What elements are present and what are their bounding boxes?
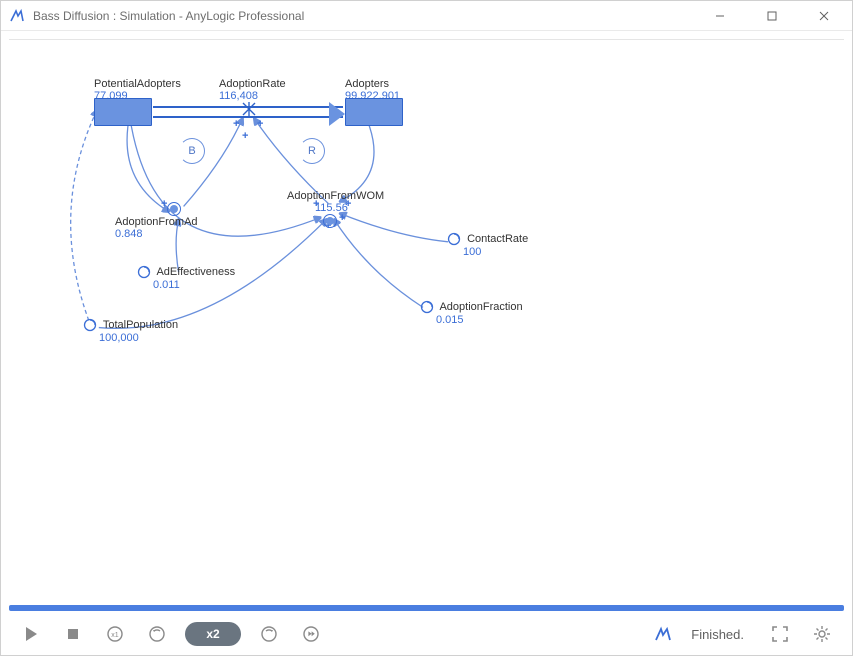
aux-adoption-from-wom[interactable]: AdoptionFromWOM 115.56 <box>287 190 384 228</box>
fullscreen-button[interactable] <box>766 620 794 648</box>
speed-up-button[interactable] <box>255 620 283 648</box>
simulation-canvas[interactable]: PotentialAdopters 77,099 Adopters 99,922… <box>9 39 844 605</box>
parameter-icon <box>83 318 97 332</box>
aux-label: TotalPopulation <box>103 319 178 331</box>
parameter-icon <box>420 300 434 314</box>
loop-label-R: R <box>308 145 316 157</box>
close-button[interactable] <box>802 2 846 30</box>
aux-label: AdoptionFromWOM <box>287 190 384 202</box>
settings-button[interactable] <box>808 620 836 648</box>
window-title: Bass Diffusion : Simulation - AnyLogic P… <box>33 9 698 23</box>
polarity-plus: + <box>233 118 239 130</box>
parameter-icon <box>447 232 461 246</box>
speed-indicator[interactable]: x2 <box>185 622 241 646</box>
loop-balancing: B <box>179 138 205 164</box>
aux-contact-rate[interactable]: ContactRate 100 <box>447 232 528 258</box>
aux-value: 100 <box>463 246 528 258</box>
aux-label: AdoptionFraction <box>439 301 522 313</box>
aux-value: 0.011 <box>153 279 235 291</box>
aux-label: ContactRate <box>467 233 528 245</box>
anylogic-icon[interactable] <box>649 620 677 648</box>
aux-value: 100,000 <box>99 332 178 344</box>
svg-text:x1: x1 <box>111 632 119 639</box>
aux-adoption-fraction[interactable]: AdoptionFraction 0.015 <box>420 300 523 326</box>
stop-button[interactable] <box>59 620 87 648</box>
simulation-status: Finished. <box>691 627 744 642</box>
aux-label: AdEffectiveness <box>156 266 235 278</box>
aux-icon <box>167 202 181 216</box>
app-icon <box>9 8 25 24</box>
loop-label-B: B <box>188 145 195 157</box>
stock-potential-adopters[interactable]: PotentialAdopters 77,099 <box>94 78 181 126</box>
speed-x1-button[interactable]: x1 <box>101 620 129 648</box>
valve-icon <box>242 102 256 116</box>
aux-icon <box>323 214 337 228</box>
simulation-progress-bar[interactable] <box>9 605 844 611</box>
aux-total-population[interactable]: TotalPopulation 100,000 <box>83 318 178 344</box>
polarity-plus: + <box>257 118 263 130</box>
stock-adopters[interactable]: Adopters 99,922,901 <box>345 78 403 126</box>
polarity-plus: + <box>242 130 248 142</box>
titlebar: Bass Diffusion : Simulation - AnyLogic P… <box>1 1 852 31</box>
aux-label: AdoptionFromAd <box>115 216 198 228</box>
aux-ad-effectiveness[interactable]: AdEffectiveness 0.011 <box>137 265 235 291</box>
fast-forward-button[interactable] <box>297 620 325 648</box>
stock-icon <box>345 98 403 126</box>
aux-adoption-from-ad[interactable]: AdoptionFromAd 0.848 <box>167 202 198 240</box>
maximize-button[interactable] <box>750 2 794 30</box>
flow-value: 116,408 <box>219 90 286 102</box>
slow-down-button[interactable] <box>143 620 171 648</box>
aux-value: 0.848 <box>115 228 198 240</box>
loop-reinforcing: R <box>299 138 325 164</box>
minimize-button[interactable] <box>698 2 742 30</box>
aux-value: 0.015 <box>436 314 523 326</box>
speed-label: x2 <box>206 627 219 641</box>
aux-value: 115.56 <box>315 202 384 214</box>
stock-label: PotentialAdopters <box>94 78 181 90</box>
parameter-icon <box>137 265 151 279</box>
flow-label: AdoptionRate <box>219 78 286 90</box>
play-button[interactable] <box>17 620 45 648</box>
progress-fill <box>9 605 844 611</box>
stock-icon <box>94 98 152 126</box>
flow-label-adoption-rate[interactable]: AdoptionRate 116,408 <box>219 78 286 102</box>
simulation-toolbar: x1 x2 Finished. <box>1 613 852 655</box>
stock-label: Adopters <box>345 78 403 90</box>
